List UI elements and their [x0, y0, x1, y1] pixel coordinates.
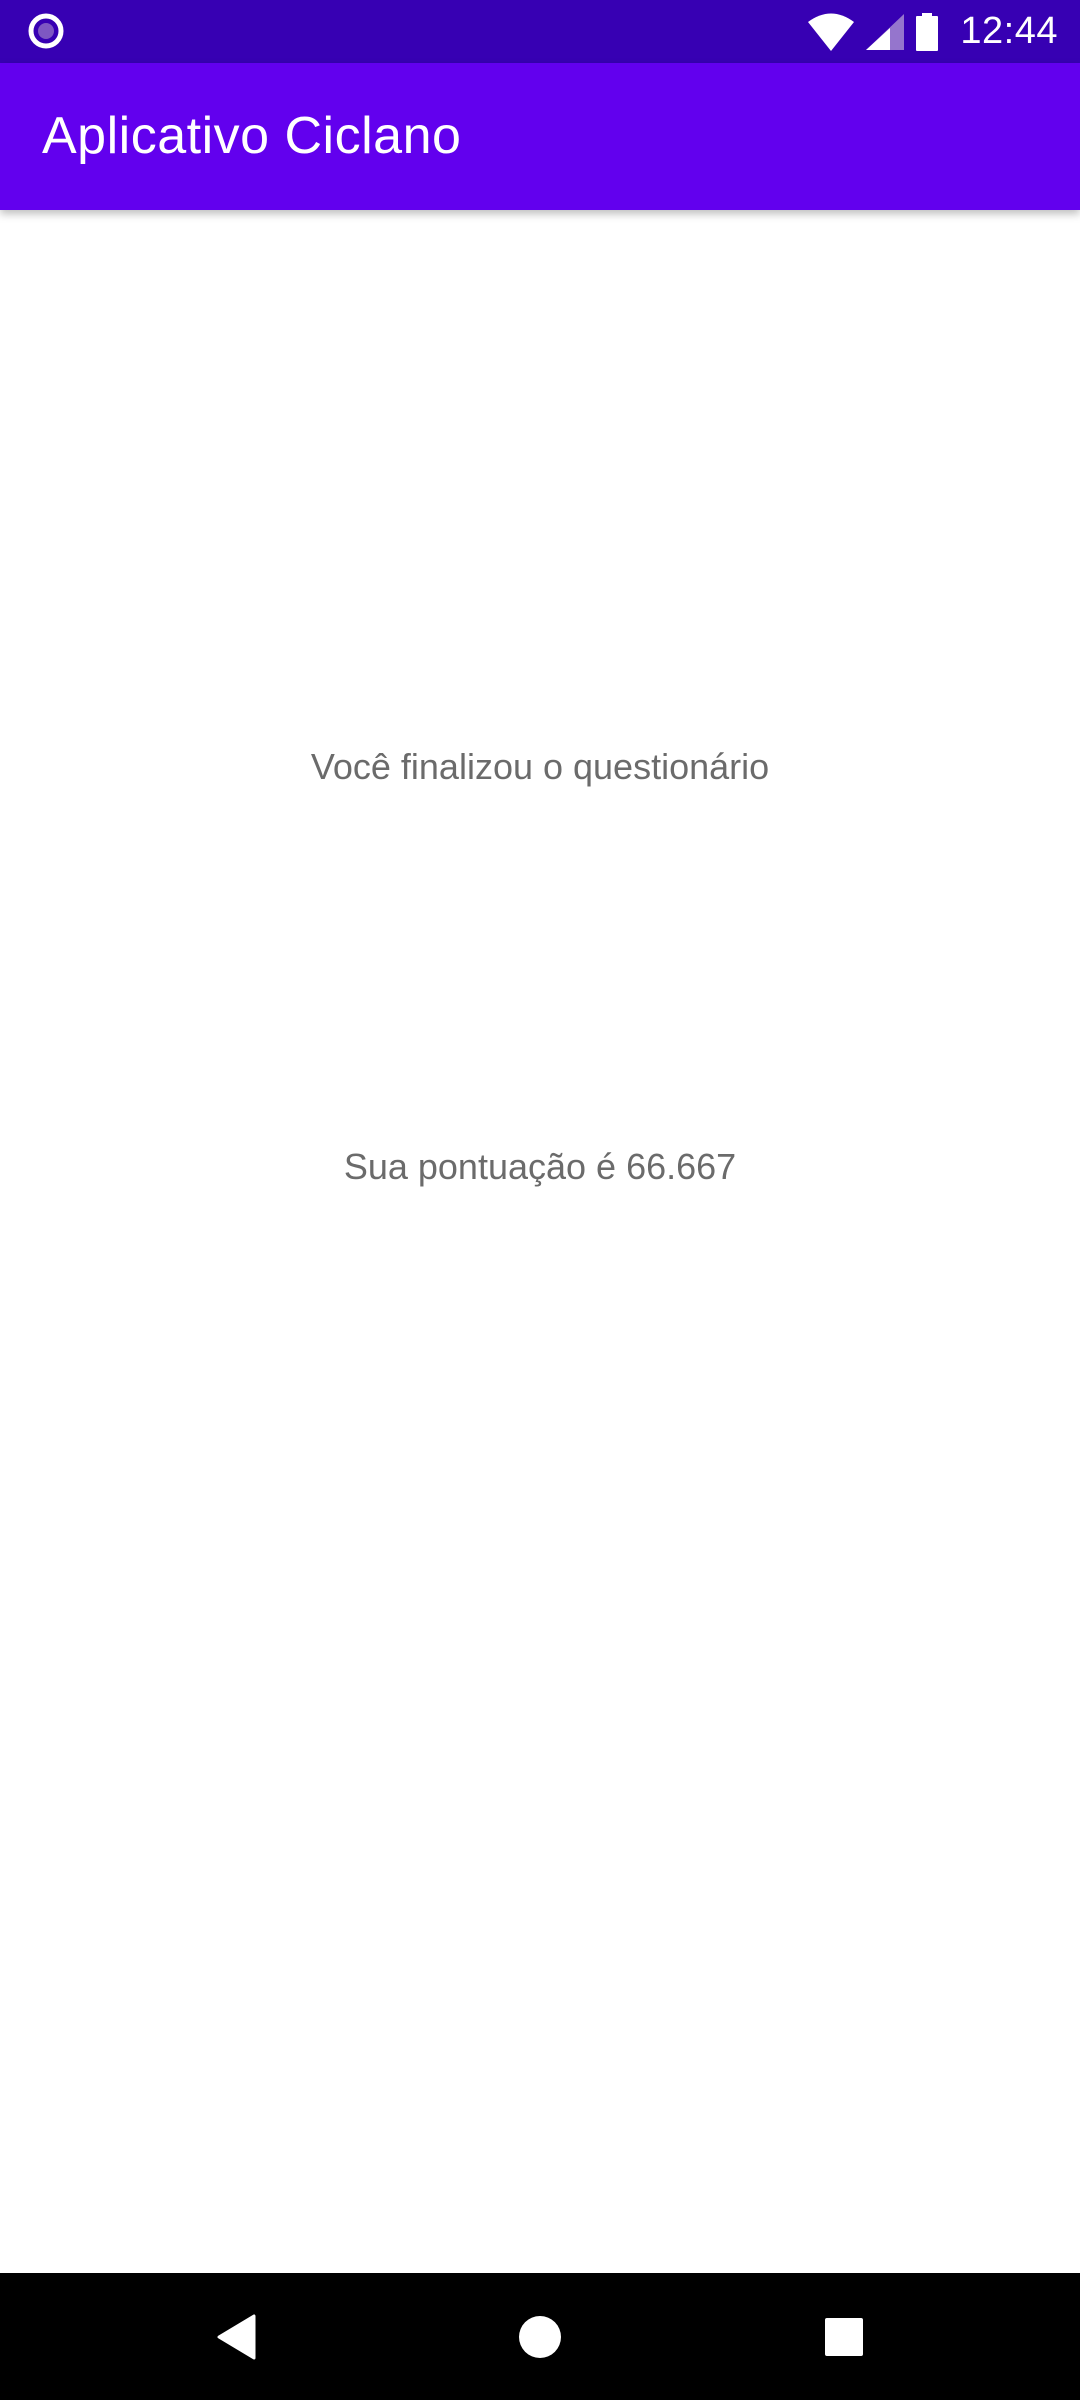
- status-bar: 12:44: [0, 0, 1080, 63]
- wifi-icon: [808, 13, 855, 51]
- cellular-signal-icon: [866, 13, 905, 50]
- recents-icon: [824, 2317, 863, 2356]
- back-icon: [217, 2314, 255, 2359]
- finished-message: Você finalizou o questionário: [310, 746, 770, 787]
- main-content: Você finalizou o questionário Sua pontua…: [0, 210, 1080, 2273]
- navigation-bar: [0, 2273, 1080, 2400]
- home-icon: [518, 2315, 561, 2358]
- screen: 12:44 Aplicativo Ciclano Você finalizou …: [0, 0, 1080, 2400]
- app-notification-icon: [28, 13, 64, 49]
- home-button[interactable]: [476, 2273, 603, 2400]
- score-message: Sua pontuação é 66.667: [343, 1146, 737, 1187]
- app-title: Aplicativo Ciclano: [42, 107, 462, 165]
- app-bar: Aplicativo Ciclano: [0, 63, 1080, 210]
- battery-icon: [916, 12, 939, 51]
- back-button[interactable]: [172, 2273, 299, 2400]
- status-icons: 12:44: [808, 0, 1058, 63]
- status-time: 12:44: [960, 10, 1058, 52]
- recents-button[interactable]: [780, 2273, 907, 2400]
